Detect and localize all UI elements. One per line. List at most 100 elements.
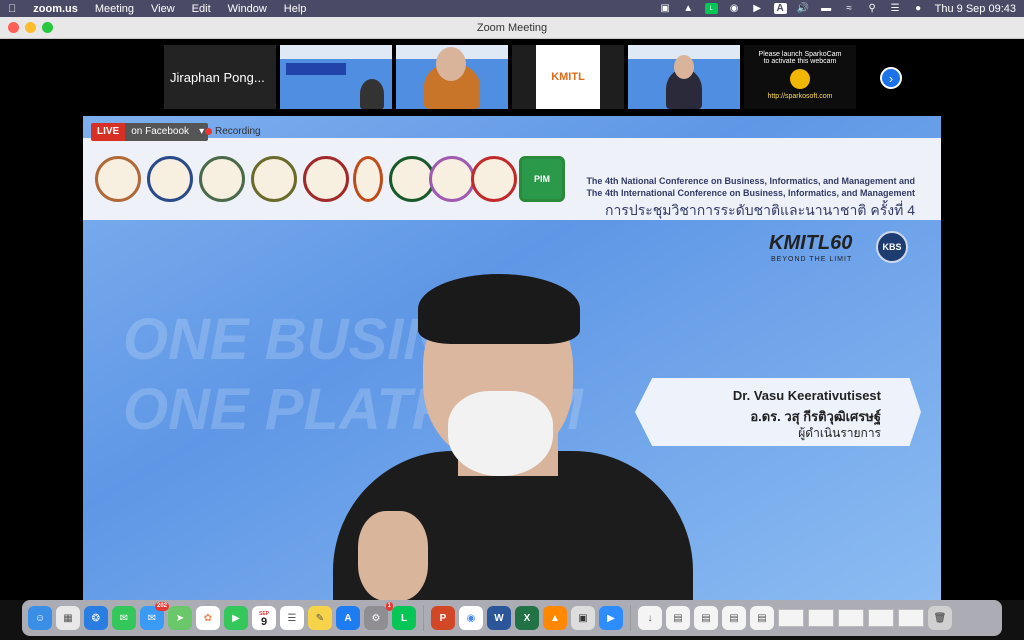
control-center-icon[interactable]: ☰ — [889, 3, 902, 14]
file-icon[interactable]: ▤ — [750, 606, 774, 630]
university-seal-icon — [303, 156, 349, 202]
vlc-icon[interactable]: ▲ — [543, 606, 567, 630]
siri-icon[interactable]: ● — [912, 3, 925, 14]
chrome-icon[interactable]: ◉ — [459, 606, 483, 630]
live-destination: on Facebook — [125, 123, 196, 141]
zoom-icon[interactable]: ▶ — [599, 606, 623, 630]
calendar-day: 9 — [260, 616, 268, 628]
recording-dot-icon — [205, 128, 212, 135]
menu-app-name[interactable]: zoom.us — [33, 3, 78, 15]
system-preferences-icon[interactable]: ⚙ 1 — [364, 602, 393, 630]
speaker-hand — [358, 511, 428, 600]
calendar-icon[interactable]: SEP 9 — [252, 606, 276, 630]
speaker-hair — [418, 274, 580, 344]
wifi-icon[interactable]: ≈ — [843, 3, 856, 14]
play-icon[interactable]: ▶ — [751, 3, 764, 14]
live-label: LIVE — [91, 123, 126, 141]
line-status-icon[interactable]: L — [704, 3, 718, 14]
powerpoint-icon[interactable]: P — [431, 606, 455, 630]
kbs-logo: KBS — [876, 231, 908, 263]
sparkocam-line2: to activate this webcam — [763, 58, 837, 65]
macos-dock: ☺ ▦ ❂ ✉ ✉ 202 ➤ ✿ ▶ SEP 9 ☰ ✎ A ⚙ 1 L P ◉ … — [22, 600, 1002, 636]
kmitl-logo: KMITL — [536, 45, 600, 109]
live-stream-badge[interactable]: LIVE on Facebook ▾ — [91, 123, 209, 141]
university-seal-icon — [147, 156, 193, 202]
menu-meeting[interactable]: Meeting — [95, 3, 134, 15]
kmitl-tagline: BEYOND THE LIMIT — [771, 256, 853, 263]
university-seal-icon — [95, 156, 141, 202]
line-app-icon[interactable]: L — [392, 606, 416, 630]
participant-name: Jiraphan Pong... — [170, 69, 265, 85]
downloads-folder-icon[interactable]: ↓ — [638, 606, 662, 630]
window-titlebar[interactable]: Zoom Meeting — [0, 17, 1024, 39]
pim-logo: PIM — [519, 156, 565, 202]
speaker-role: ผู้ดำเนินรายการ — [798, 426, 881, 440]
zoom-window: Zoom Meeting Jiraphan Pong... KMITL Plea… — [0, 17, 1024, 600]
file-icon[interactable]: ▤ — [722, 606, 746, 630]
minimized-window-thumbnail[interactable] — [838, 609, 864, 627]
participant-thumbnails: Jiraphan Pong... KMITL Please launch Spa… — [164, 45, 856, 109]
participant-tile-name[interactable]: Jiraphan Pong... — [164, 45, 276, 109]
menu-help[interactable]: Help — [284, 3, 307, 15]
conference-title-international: The 4th International Conference on Busi… — [586, 188, 915, 198]
university-seal-icon — [429, 156, 475, 202]
zoom-status-icon[interactable]: ▣ — [659, 3, 672, 14]
menu-edit[interactable]: Edit — [192, 3, 211, 15]
recording-label: Recording — [215, 126, 261, 137]
participant-tile-kmitl[interactable]: KMITL — [512, 45, 624, 109]
slide-preview — [280, 45, 392, 109]
maps-icon[interactable]: ➤ — [168, 606, 192, 630]
university-seal-icon — [353, 156, 383, 202]
recording-indicator: Recording — [205, 126, 261, 137]
menu-clock[interactable]: Thu 9 Sep 09:43 — [935, 3, 1016, 15]
participant-tile-speaker[interactable] — [628, 45, 740, 109]
vlc-status-icon[interactable]: ▲ — [682, 3, 695, 14]
next-page-arrow-icon[interactable]: › — [880, 67, 902, 89]
minimized-window-thumbnail[interactable] — [778, 609, 804, 627]
notes-icon[interactable]: ✎ — [308, 606, 332, 630]
speaker-name-english: Dr. Vasu Keerativutisest — [732, 388, 881, 403]
photos-icon[interactable]: ✿ — [196, 606, 220, 630]
minimized-window-thumbnail[interactable] — [898, 609, 924, 627]
speaker-face-mask — [448, 391, 553, 476]
reminders-icon[interactable]: ☰ — [280, 606, 304, 630]
main-video[interactable]: PIM The 4th National Conference on Busin… — [83, 116, 941, 600]
participant-tile-sparkocam[interactable]: Please launch SparkoCam to activate this… — [744, 45, 856, 109]
sparkocam-url: http://sparkosoft.com — [767, 93, 833, 100]
speaker-lower-third: Dr. Vasu Keerativutisest อ.ดร. วสุ กีรติ… — [635, 378, 921, 446]
battery-icon[interactable]: ▬ — [820, 3, 833, 14]
excel-icon[interactable]: X — [515, 606, 539, 630]
minimized-window-thumbnail[interactable] — [808, 609, 834, 627]
safari-icon[interactable]: ❂ — [84, 606, 108, 630]
preview-icon[interactable]: ▣ — [571, 606, 595, 630]
mail-icon[interactable]: ✉ 202 — [140, 602, 169, 630]
kmitl60-logo: KMITL60 — [769, 232, 853, 254]
volume-icon[interactable]: 🔊 — [797, 3, 810, 14]
apple-icon[interactable]:  — [8, 3, 16, 15]
menu-view[interactable]: View — [151, 3, 175, 15]
app-store-icon[interactable]: A — [336, 606, 360, 630]
facetime-icon[interactable]: ▶ — [224, 606, 248, 630]
conference-title-national: The 4th National Conference on Business,… — [586, 176, 915, 186]
file-icon[interactable]: ▤ — [694, 606, 718, 630]
participant-tile-slide[interactable] — [280, 45, 392, 109]
screen-record-icon[interactable]: ◉ — [728, 3, 741, 14]
word-icon[interactable]: W — [487, 606, 511, 630]
minimized-window-thumbnail[interactable] — [868, 609, 894, 627]
trash-icon[interactable]: 🗑 — [928, 606, 952, 630]
documents-folder-icon[interactable]: ▤ — [666, 606, 690, 630]
university-seal-icon — [251, 156, 297, 202]
conference-title-thai: การประชุมวิชาการระดับชาติและนานาชาติ ครั… — [604, 202, 915, 218]
slide-preview — [628, 45, 740, 109]
sparkocam-logo-icon — [790, 69, 810, 89]
sparkocam-line1: Please launch SparkoCam — [758, 51, 842, 58]
menu-window[interactable]: Window — [228, 3, 267, 15]
finder-icon[interactable]: ☺ — [28, 606, 52, 630]
input-source-icon[interactable]: A — [773, 3, 787, 14]
mail-badge: 202 — [154, 602, 169, 611]
messages-icon[interactable]: ✉ — [112, 606, 136, 630]
launchpad-icon[interactable]: ▦ — [56, 606, 80, 630]
dock-separator — [630, 605, 631, 631]
participant-tile-host[interactable] — [396, 45, 508, 109]
spotlight-search-icon[interactable]: ⚲ — [866, 3, 879, 14]
